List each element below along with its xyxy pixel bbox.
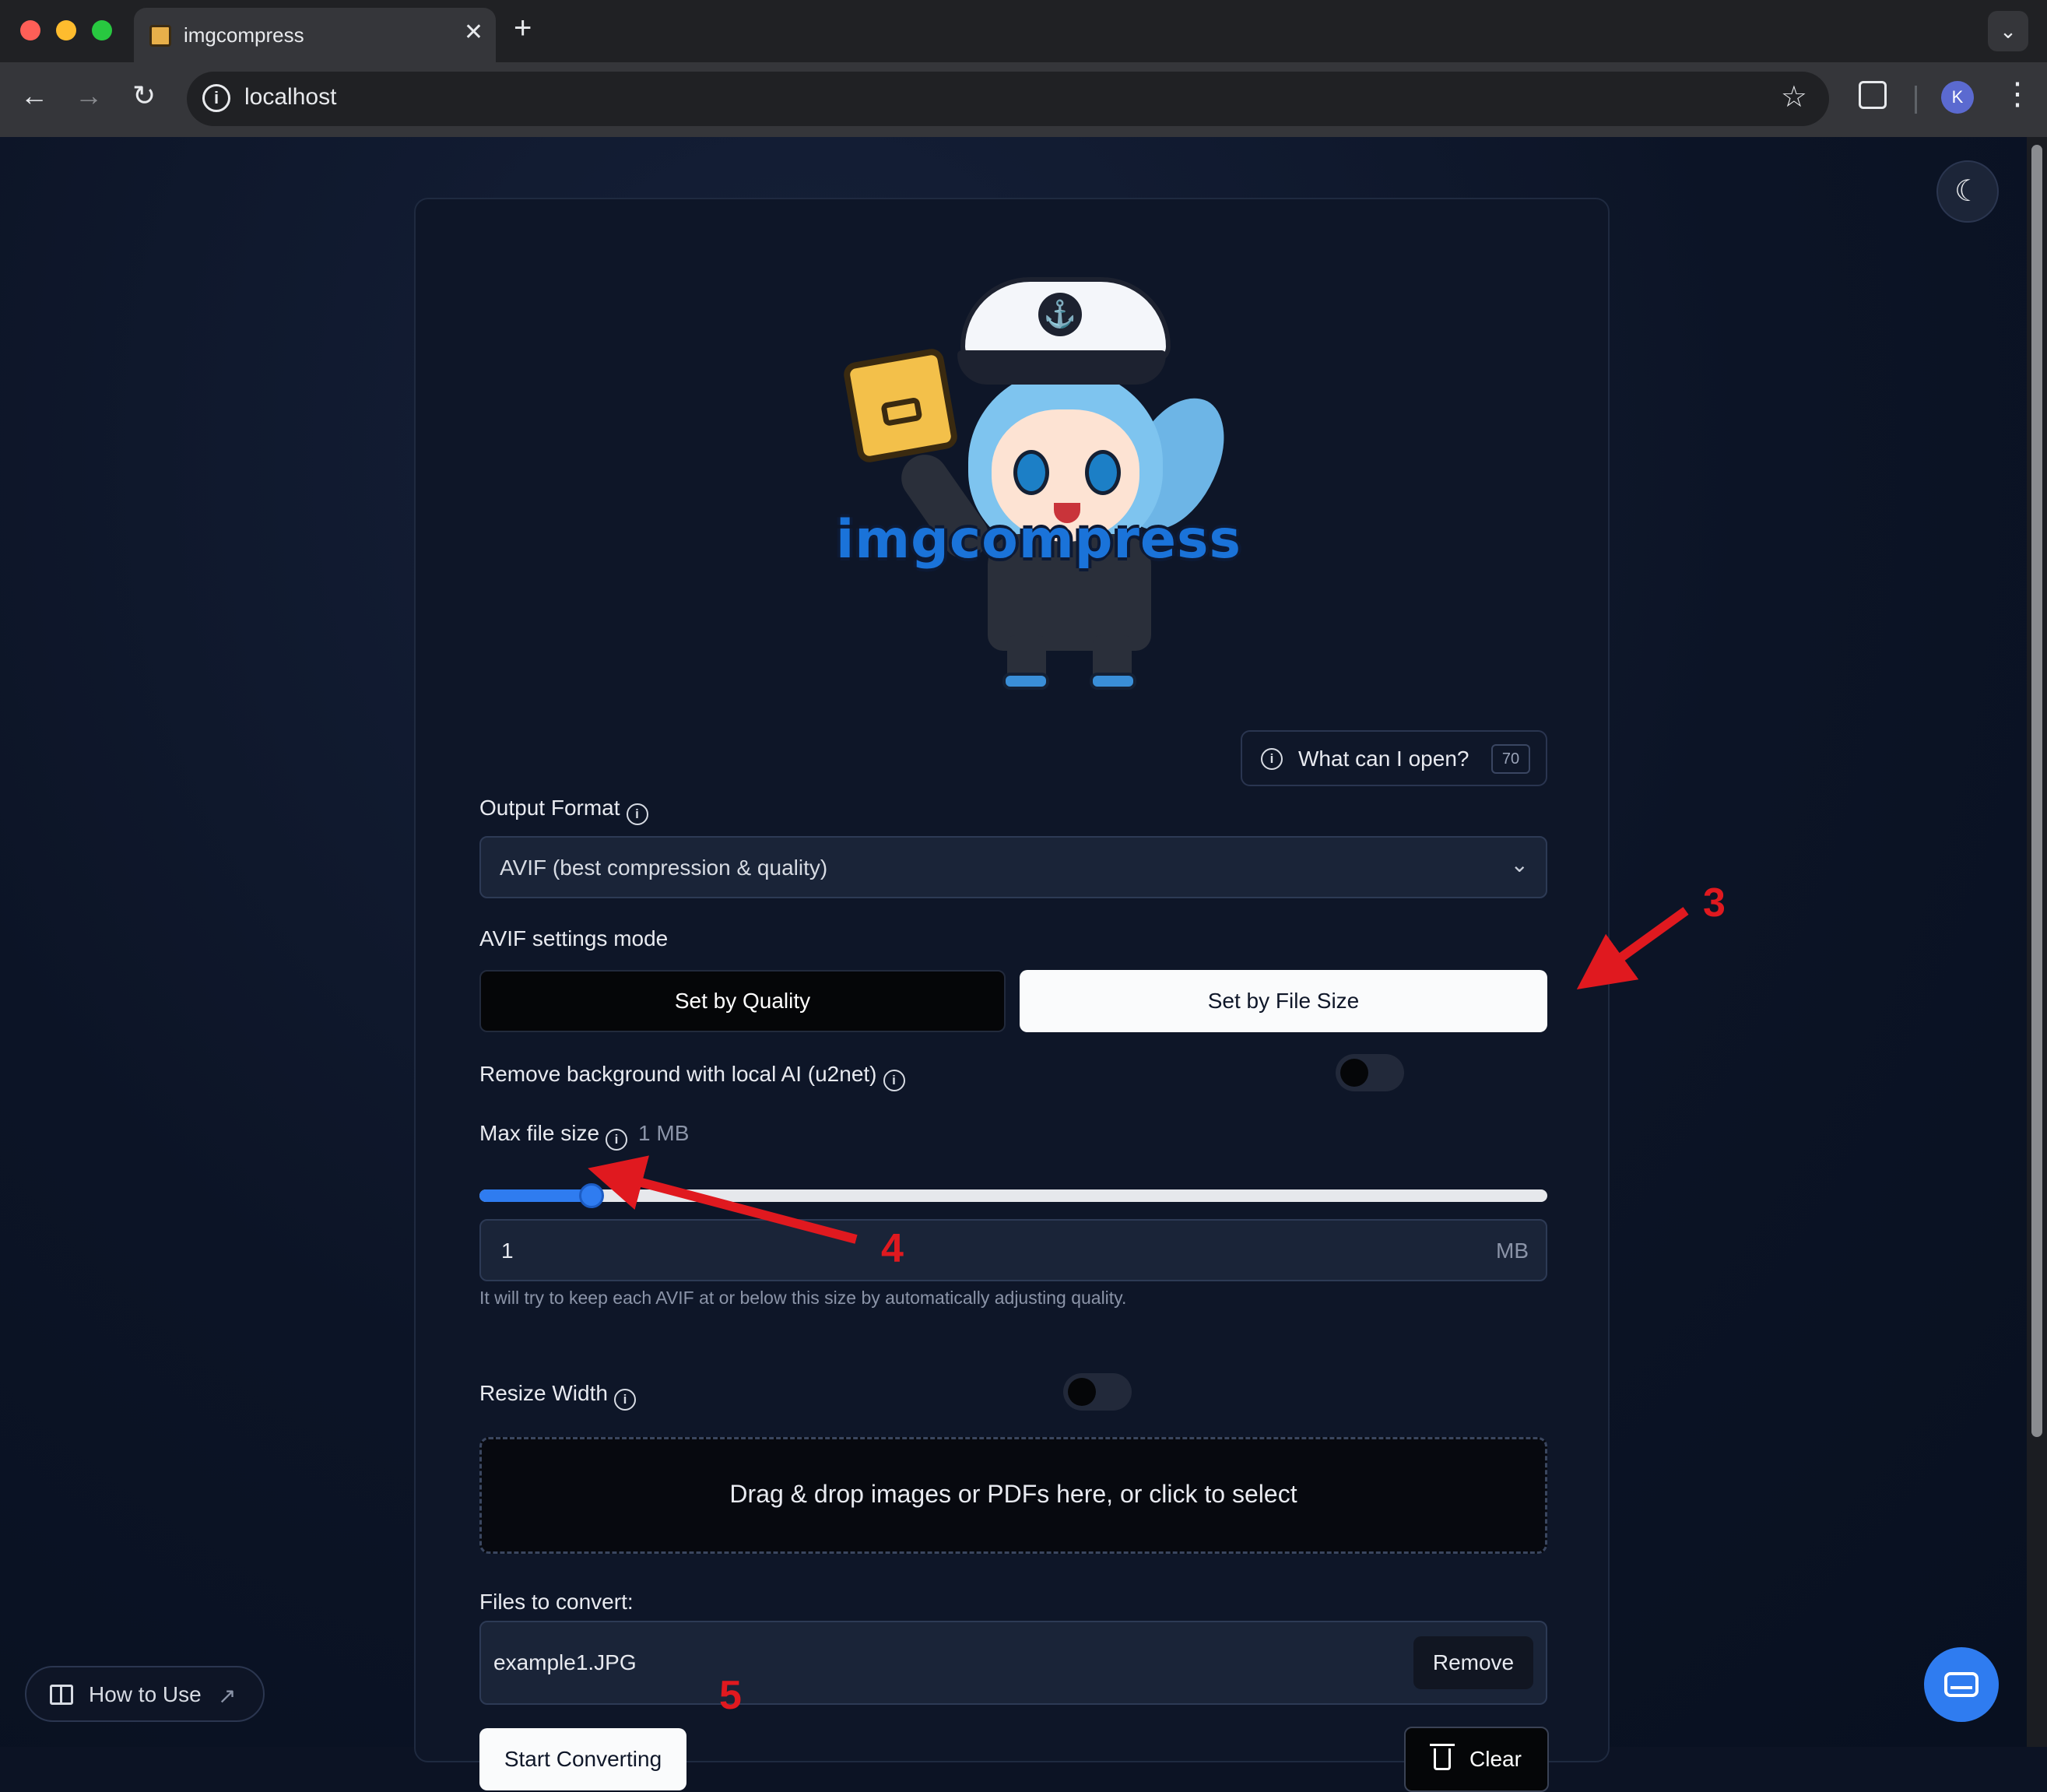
reload-icon[interactable]: ↻ xyxy=(132,79,156,112)
files-to-convert-label: Files to convert: xyxy=(479,1590,634,1614)
folder-icon xyxy=(841,346,960,465)
tab-title: imgcompress xyxy=(184,23,304,47)
moon-icon: ☾ xyxy=(1954,175,1982,208)
output-format-value: AVIF (best compression & quality) xyxy=(500,856,828,880)
what-can-i-open-label: What can I open? xyxy=(1298,747,1469,771)
url-text[interactable]: localhost xyxy=(244,84,336,111)
info-icon[interactable]: i xyxy=(606,1129,628,1151)
trash-icon xyxy=(1430,1744,1455,1770)
toolbar-divider xyxy=(1915,86,1917,114)
browser-toolbar: ← → ↻ i localhost ☆ K ⋮ xyxy=(0,62,2047,137)
external-link-icon: ↗ xyxy=(218,1684,237,1708)
chevron-down-icon: ⌄ xyxy=(1510,852,1529,877)
captain-hat-band xyxy=(957,350,1166,385)
page-background: ☾ ⚓ imgcompress i What can I open? 70 Ou… xyxy=(0,137,2027,1792)
scrollbar-thumb[interactable] xyxy=(2031,145,2042,1437)
how-to-use-link[interactable]: How to Use ↗ xyxy=(25,1666,265,1722)
annotation-number-4: 4 xyxy=(881,1226,904,1271)
browser-tab-bar: imgcompress ✕ + ⌄ xyxy=(0,0,2047,64)
file-name: example1.JPG xyxy=(493,1650,637,1674)
theme-toggle-button[interactable]: ☾ xyxy=(1936,160,1999,223)
set-by-quality-button[interactable]: Set by Quality xyxy=(479,970,1006,1032)
toggle-knob xyxy=(1068,1378,1096,1406)
file-dropzone[interactable]: Drag & drop images or PDFs here, or clic… xyxy=(479,1437,1547,1554)
hard-drive-icon xyxy=(1944,1672,1979,1697)
logo-wordmark: imgcompress xyxy=(836,509,1241,571)
browser-tab[interactable]: imgcompress ✕ xyxy=(134,8,496,64)
info-icon[interactable]: i xyxy=(883,1070,905,1091)
bookmark-star-icon[interactable]: ☆ xyxy=(1781,79,1807,114)
profile-avatar[interactable]: K xyxy=(1941,81,1974,114)
close-window-button[interactable] xyxy=(20,20,40,40)
clear-label: Clear xyxy=(1469,1747,1522,1771)
tab-search-button[interactable]: ⌄ xyxy=(1988,11,2028,51)
mascot-eye xyxy=(1085,450,1121,495)
tab-close-icon[interactable]: ✕ xyxy=(464,19,483,46)
set-by-file-size-button[interactable]: Set by File Size xyxy=(1020,970,1547,1032)
minimize-window-button[interactable] xyxy=(56,20,76,40)
unit-label: MB xyxy=(1496,1239,1529,1263)
book-icon xyxy=(50,1685,73,1705)
start-converting-button[interactable]: Start Converting xyxy=(479,1728,686,1790)
anchor-icon: ⚓ xyxy=(1038,293,1082,336)
format-count-badge: 70 xyxy=(1491,744,1530,774)
info-icon[interactable]: i xyxy=(613,1389,636,1411)
new-tab-button[interactable]: + xyxy=(514,11,532,46)
how-to-use-label: How to Use xyxy=(89,1682,202,1706)
mascot-eye xyxy=(1013,450,1049,495)
remove-file-button[interactable]: Remove xyxy=(1413,1636,1533,1689)
back-icon[interactable]: ← xyxy=(20,79,48,112)
mascot-shoe xyxy=(1090,673,1136,690)
browser-menu-icon[interactable]: ⋮ xyxy=(2002,76,2033,112)
file-list: example1.JPG Remove xyxy=(479,1621,1547,1705)
max-file-size-value[interactable]: 1 xyxy=(501,1239,514,1263)
what-can-i-open-button[interactable]: i What can I open? 70 xyxy=(1241,730,1547,786)
site-info-icon[interactable]: i xyxy=(202,84,230,112)
annotation-number-5: 5 xyxy=(719,1673,742,1718)
output-format-select[interactable]: AVIF (best compression & quality) ⌄ xyxy=(479,836,1547,898)
slider-thumb[interactable] xyxy=(579,1183,604,1208)
mascot-shoe xyxy=(1002,673,1049,690)
max-file-size-hint: It will try to keep each AVIF at or belo… xyxy=(479,1288,1127,1308)
remove-background-label: Remove background with local AI (u2net) i xyxy=(479,1062,905,1091)
info-icon: i xyxy=(1261,748,1283,770)
max-file-size-display: 1 MB xyxy=(638,1121,690,1145)
dropzone-text: Drag & drop images or PDFs here, or clic… xyxy=(729,1480,1297,1508)
storage-button[interactable] xyxy=(1924,1647,1999,1722)
address-bar[interactable]: i localhost ☆ xyxy=(187,72,1829,126)
slider-fill xyxy=(479,1189,592,1202)
avif-mode-label: AVIF settings mode xyxy=(479,926,669,950)
favicon-icon xyxy=(149,25,171,47)
forward-icon[interactable]: → xyxy=(75,79,103,112)
max-file-size-input[interactable]: 1 MB xyxy=(479,1219,1547,1281)
info-icon[interactable]: i xyxy=(626,803,648,825)
maximize-window-button[interactable] xyxy=(92,20,112,40)
converter-card: ⚓ imgcompress i What can I open? 70 Outp… xyxy=(414,198,1610,1792)
remove-background-toggle[interactable] xyxy=(1336,1054,1404,1091)
resize-width-label: Resize Width i xyxy=(479,1381,636,1411)
max-file-size-slider[interactable] xyxy=(479,1183,1547,1208)
max-file-size-label: Max file size i 1 MB xyxy=(479,1121,689,1151)
annotation-number-3: 3 xyxy=(1703,880,1726,926)
mascot-logo: ⚓ xyxy=(805,277,1238,690)
resize-width-toggle[interactable] xyxy=(1063,1373,1132,1411)
clear-button[interactable]: Clear xyxy=(1404,1727,1549,1792)
extensions-icon[interactable] xyxy=(1859,81,1887,109)
toggle-knob xyxy=(1340,1059,1368,1087)
output-format-label: Output Format i xyxy=(479,796,648,825)
